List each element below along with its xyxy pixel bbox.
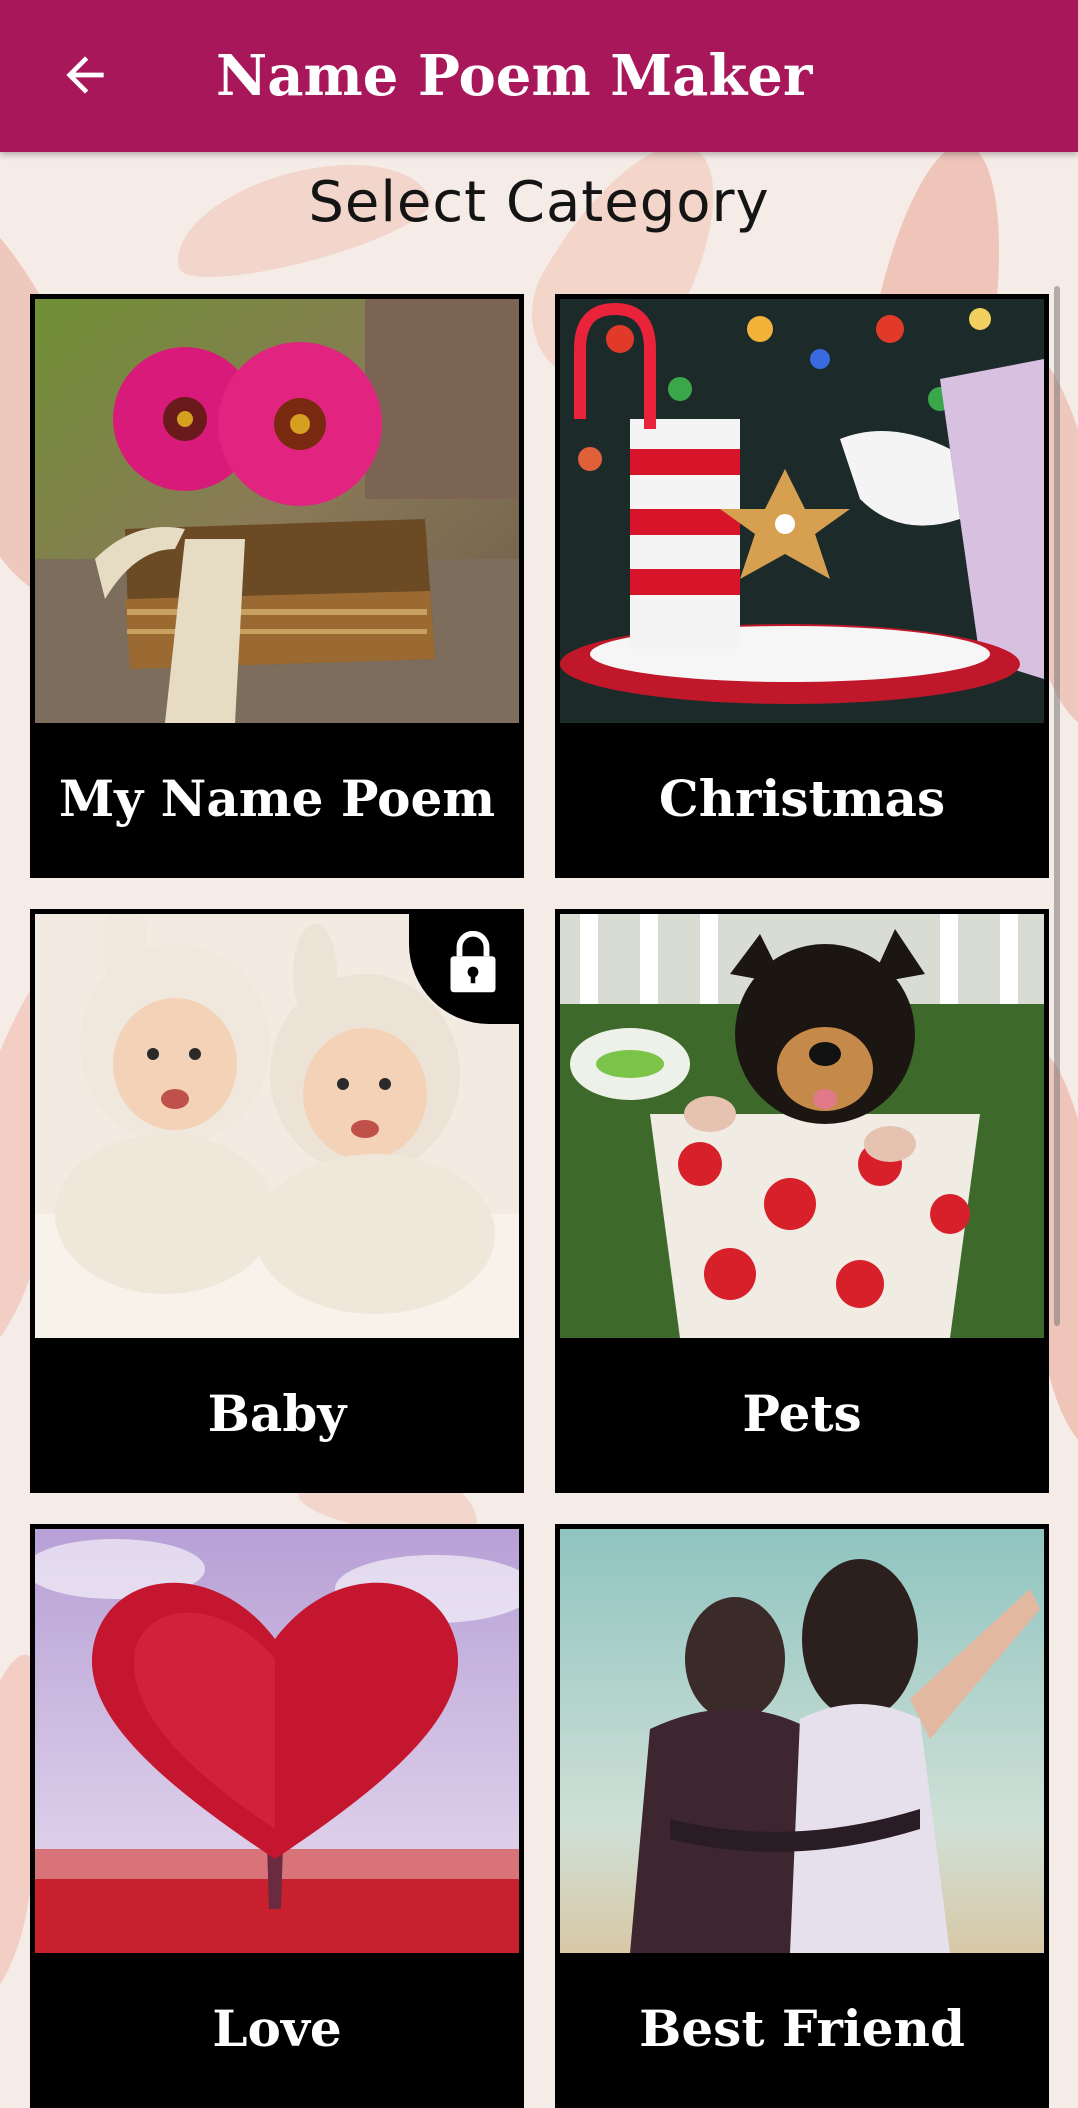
back-button[interactable] [40,30,130,120]
page-title: Select Category [308,170,770,235]
category-label: Christmas [658,768,946,828]
category-image-heart-tree [35,1529,519,1953]
category-image-puppy [560,914,1044,1338]
category-card-my-name-poem[interactable]: My Name Poem [30,294,524,878]
padlock-icon [450,931,496,993]
category-label: Love [212,1998,342,2058]
scrollbar[interactable] [1054,286,1060,1326]
arrow-left-icon [66,56,104,94]
category-card-best-friend[interactable]: Best Friend [555,1524,1049,2108]
category-label: Baby [207,1383,347,1443]
category-card-baby[interactable]: Baby [30,909,524,1493]
category-image-christmas [560,299,1044,723]
category-label: My Name Poem [58,768,496,828]
category-label: Pets [742,1383,862,1443]
app-bar: Name Poem Maker [0,0,1078,152]
category-card-christmas[interactable]: Christmas [555,294,1049,878]
app-title: Name Poem Maker [216,43,813,109]
category-image-flowers [35,299,519,723]
category-card-pets[interactable]: Pets [555,909,1049,1493]
category-card-love[interactable]: Love [30,1524,524,2108]
category-label: Best Friend [639,1998,965,2058]
category-image-friends [560,1529,1044,1953]
